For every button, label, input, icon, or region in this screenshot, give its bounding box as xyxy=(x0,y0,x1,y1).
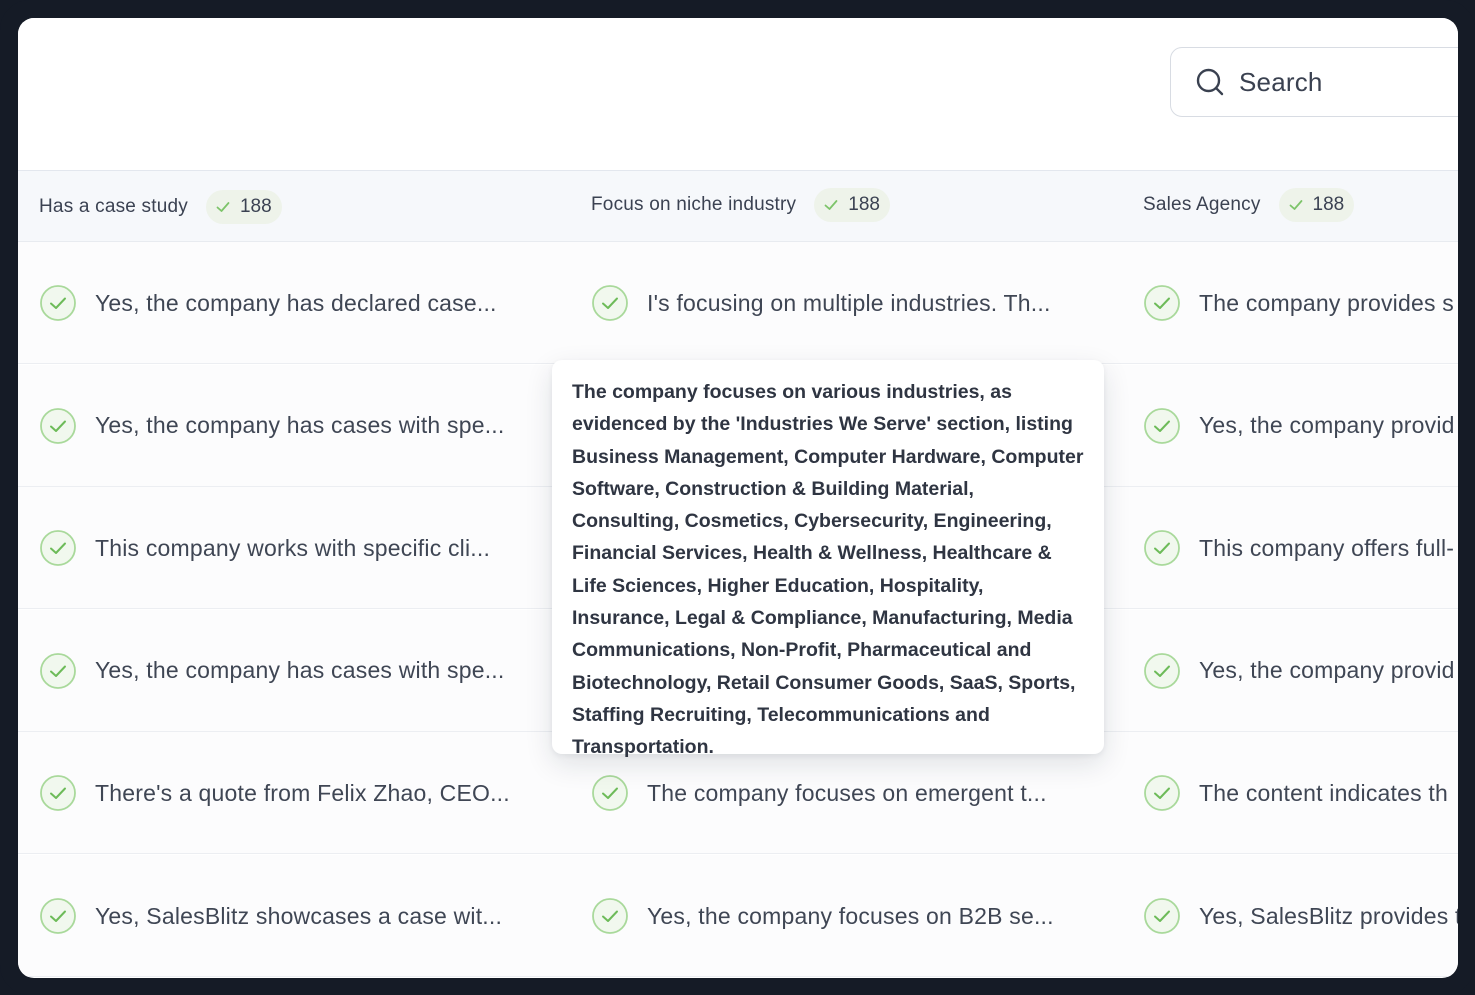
table-cell[interactable]: This company works with specific cli... xyxy=(39,487,569,609)
check-circle-icon xyxy=(1144,652,1180,689)
check-circle-icon xyxy=(40,530,76,567)
table-cell[interactable]: Yes, the company provid xyxy=(1143,610,1458,732)
check-circle-icon xyxy=(1144,407,1180,444)
tooltip-text: The company focuses on various industrie… xyxy=(572,381,1084,759)
table-cell[interactable]: Yes, the company has cases with spe... xyxy=(39,365,569,487)
search-placeholder: Search xyxy=(1239,66,1323,97)
table-cell[interactable]: I's focusing on multiple industries. Th.… xyxy=(591,242,1121,364)
count-badge: 188 xyxy=(205,190,282,224)
cell-text: The company provides s xyxy=(1199,289,1454,316)
table-cell[interactable]: Yes, the company focuses on B2B se... xyxy=(591,855,1121,977)
search-icon xyxy=(1196,68,1224,96)
column-header-niche-industry[interactable]: Focus on niche industry 188 xyxy=(591,169,890,241)
cell-text: Yes, SalesBlitz provides t xyxy=(1199,902,1458,929)
check-circle-icon xyxy=(40,775,76,812)
check-icon xyxy=(216,202,230,212)
cell-text: Yes, SalesBlitz showcases a case wit... xyxy=(95,902,503,929)
table-cell[interactable]: Yes, the company has declared case... xyxy=(39,242,569,364)
check-circle-icon xyxy=(40,652,76,689)
device-frame: Search Has a case study 188 Focus on nic… xyxy=(0,0,1475,995)
cell-text: Yes, the company has cases with spe... xyxy=(95,412,505,439)
table-row[interactable]: Yes, the company has declared case... I's… xyxy=(18,242,1458,364)
app-screen: Search Has a case study 188 Focus on nic… xyxy=(18,18,1458,978)
check-circle-icon xyxy=(1144,898,1180,934)
cell-text: This company offers full- xyxy=(1199,534,1455,561)
search-input[interactable]: Search xyxy=(1170,47,1458,117)
cell-text: Yes, the company has declared case... xyxy=(95,289,497,316)
column-header-label: Sales Agency xyxy=(1143,194,1261,215)
check-circle-icon xyxy=(592,285,628,321)
cell-text: Yes, the company provid xyxy=(1199,657,1455,684)
cell-text: I's focusing on multiple industries. Th.… xyxy=(647,289,1051,316)
check-circle-icon xyxy=(1144,285,1180,321)
check-circle-icon xyxy=(40,407,76,444)
column-header-sales-agency[interactable]: Sales Agency 188 xyxy=(1143,169,1355,241)
table-cell[interactable]: This company offers full- xyxy=(1143,487,1458,609)
check-circle-icon xyxy=(592,898,628,934)
check-icon xyxy=(1289,200,1302,210)
count-badge: 188 xyxy=(1278,188,1355,222)
cell-text: This company works with specific cli... xyxy=(95,534,491,561)
table-header: Has a case study 188 Focus on niche indu… xyxy=(18,170,1458,242)
table-cell[interactable]: There's a quote from Felix Zhao, CEO... xyxy=(39,732,569,854)
cell-text: The content indicates th xyxy=(1199,779,1449,806)
cell-text: There's a quote from Felix Zhao, CEO... xyxy=(95,779,510,806)
table-cell[interactable]: The content indicates th xyxy=(1143,732,1458,854)
cell-text: The company focuses on emergent t... xyxy=(647,779,1047,806)
count-badge: 188 xyxy=(814,188,890,222)
check-circle-icon xyxy=(40,898,76,934)
cell-tooltip: The company focuses on various industrie… xyxy=(552,360,1104,758)
table-cell[interactable]: Yes, SalesBlitz provides t xyxy=(1143,855,1458,977)
cell-text: Yes, the company provid xyxy=(1199,412,1455,439)
table-cell[interactable]: Yes, the company has cases with spe... xyxy=(39,610,569,732)
toolbar: Search xyxy=(18,18,1458,170)
table-cell[interactable]: Yes, SalesBlitz showcases a case wit... xyxy=(39,855,569,977)
cell-text: Yes, the company focuses on B2B se... xyxy=(647,902,1054,929)
column-header-case-study[interactable]: Has a case study 188 xyxy=(39,171,282,243)
column-header-label: Has a case study xyxy=(39,196,188,217)
column-header-label: Focus on niche industry xyxy=(591,194,797,215)
table-row[interactable]: Yes, SalesBlitz showcases a case wit... Y… xyxy=(18,855,1458,977)
check-circle-icon xyxy=(592,775,628,812)
check-circle-icon xyxy=(1144,530,1180,567)
check-icon xyxy=(824,200,838,210)
check-circle-icon xyxy=(40,285,76,321)
cell-text: Yes, the company has cases with spe... xyxy=(95,657,505,684)
table-cell[interactable]: Yes, the company provid xyxy=(1143,365,1458,487)
check-circle-icon xyxy=(1144,775,1180,812)
table-cell[interactable]: The company provides s xyxy=(1143,242,1458,364)
